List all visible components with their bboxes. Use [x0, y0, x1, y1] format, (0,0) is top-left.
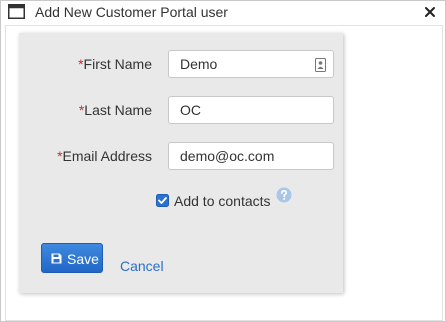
- last-name-input[interactable]: [169, 97, 333, 123]
- cancel-link[interactable]: Cancel: [120, 258, 164, 274]
- dialog-title: Add New Customer Portal user: [35, 4, 228, 20]
- dialog-window: Add New Customer Portal user *First Name…: [0, 0, 446, 322]
- add-to-contacts-checkbox[interactable]: [156, 194, 169, 207]
- add-to-contacts-label[interactable]: Add to contacts: [174, 193, 271, 209]
- help-icon[interactable]: [276, 187, 292, 203]
- save-label: Save: [67, 251, 99, 267]
- floppy-disk-icon: [51, 253, 62, 264]
- last-name-field[interactable]: [168, 96, 334, 124]
- email-label: *Email Address: [57, 148, 152, 164]
- first-name-input[interactable]: [169, 51, 333, 77]
- first-name-label: *First Name: [78, 56, 152, 72]
- last-name-label: *Last Name: [78, 102, 152, 118]
- window-icon: [8, 4, 25, 19]
- email-field[interactable]: [168, 142, 334, 170]
- contact-card-icon[interactable]: [315, 58, 326, 72]
- close-icon[interactable]: [419, 2, 441, 22]
- first-name-field[interactable]: [168, 50, 334, 78]
- email-input[interactable]: [169, 143, 333, 169]
- title-bar: Add New Customer Portal user: [1, 1, 445, 25]
- save-button[interactable]: Save: [41, 243, 103, 273]
